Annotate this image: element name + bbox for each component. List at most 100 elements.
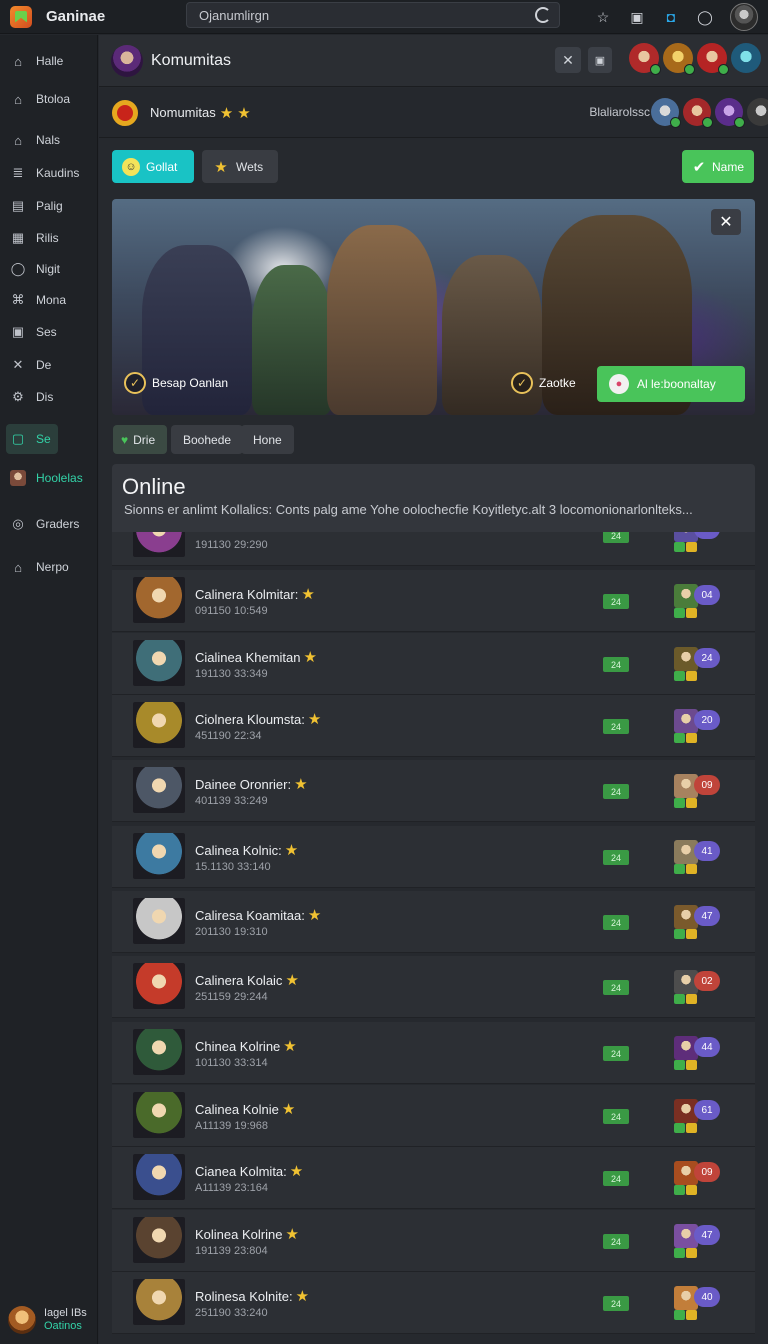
banner-close-button[interactable]: ✕ (711, 209, 741, 235)
sidebar-item-2[interactable]: ⌂ Btoloa (0, 84, 98, 114)
party-group[interactable]: 47 (674, 1224, 724, 1258)
sidebar-item-6[interactable]: ▦ Rilis (0, 223, 98, 253)
sidebar-item-label: Ses (36, 325, 57, 339)
member-avatar[interactable] (629, 43, 661, 75)
list-item[interactable]: Dainee Oronrier: ★ 401139 33:249 24 09 (112, 760, 755, 822)
status-icon (686, 1248, 697, 1258)
main-content: Komumitas ✕ ▣ Nomumitas ★ ★ Blaliarolssc… (99, 35, 768, 1344)
sidebar-item-7[interactable]: ◯ Nigit (0, 254, 98, 284)
gollat-button[interactable]: ☺ Gollat (112, 150, 194, 183)
star-icon: ★ (283, 1038, 297, 1055)
filter-drie[interactable]: ♥ Drie (113, 425, 168, 454)
status-icon (674, 929, 685, 939)
game-thumbnail (133, 532, 185, 557)
bookmark-icon[interactable]: ☆ (594, 8, 612, 26)
status-badge: 24 (603, 915, 629, 930)
list-item[interactable]: Rolinesa Kolnite: ★ 251190 33:240 24 40 (112, 1272, 755, 1334)
list-item[interactable]: Caliresa Koamitaa: ★ 201130 19:310 24 47 (112, 891, 755, 953)
wets-button[interactable]: ★ Wets (202, 150, 278, 183)
list-item[interactable]: Chinea Kolrine ★ 101130 33:314 24 44 (112, 1022, 755, 1084)
sidebar-item-14[interactable]: ◎ Graders (0, 509, 98, 539)
sidebar-item-3[interactable]: ⌂ Nals (0, 125, 98, 155)
hero-banner[interactable]: ✕ ✓ Besap Oanlan ✓ Zaotke ● Al le:boonal… (112, 199, 755, 415)
member-avatar[interactable] (663, 43, 695, 75)
gollat-label: Gollat (146, 159, 178, 174)
sidebar-item-15[interactable]: ⌂ Nerpo (0, 552, 98, 582)
party-group[interactable]: 02 (674, 970, 724, 1004)
party-group[interactable]: 44 (674, 1036, 724, 1070)
member-avatar[interactable] (683, 98, 713, 128)
filter-hone[interactable]: Hone (241, 425, 294, 454)
sidebar-item-10[interactable]: ✕ De (0, 350, 98, 380)
list-item[interactable]: Ciolnera Kloumsta: ★ 451190 22:34 24 20 (112, 695, 755, 757)
profile-footer[interactable]: Iagel IBs Oatinos (8, 1306, 87, 1334)
app-logo-icon[interactable] (10, 5, 32, 28)
chat-bubble-icon: ● (609, 374, 629, 394)
sidebar-item-4[interactable]: ≣ Kaudins (0, 158, 98, 188)
user-avatar[interactable] (730, 3, 758, 31)
list-item[interactable]: Calinea Kolnie ★ A11139 19:968 24 61 (112, 1085, 755, 1147)
star-icon: ★ (219, 104, 234, 122)
member-time: 15.1130 33:140 (195, 861, 271, 873)
list-item[interactable]: Kolinea Kolrine ★ 191139 23:804 24 47 (112, 1210, 755, 1272)
party-group[interactable]: 09 (674, 774, 724, 808)
star-icon: ★ (214, 158, 228, 176)
party-group[interactable]: 04 (674, 584, 724, 618)
member-avatar[interactable] (715, 98, 745, 128)
chat-icon[interactable]: ◯ (696, 8, 714, 26)
member-avatar[interactable] (651, 98, 681, 128)
member-time: 251190 33:240 (195, 1307, 268, 1319)
heart-icon: ♥ (121, 432, 129, 447)
party-count: 40 (694, 1287, 720, 1307)
party-group[interactable]: 24 (674, 647, 724, 681)
party-group[interactable]: 22 (674, 532, 724, 552)
party-group[interactable]: 41 (674, 840, 724, 874)
sidebar-item-12[interactable]: ▢ Se (6, 424, 58, 454)
member-avatar[interactable] (731, 43, 761, 73)
party-group[interactable]: 20 (674, 709, 724, 743)
bag-icon[interactable]: ▣ (628, 8, 646, 26)
sidebar: ⌂ Halle ⌂ Btoloa ⌂ Nals ≣ Kaudins ▤ Palig ▦ Rilis ◯ N… (0, 35, 98, 1344)
online-panel: Online Sionns er anlimt Kollalics: Conts… (112, 464, 755, 532)
member-avatar[interactable] (697, 43, 729, 75)
sidebar-item-5[interactable]: ▤ Palig (0, 191, 98, 221)
party-group[interactable]: 47 (674, 905, 724, 939)
list-item[interactable]: Calinea Kolnic: ★ 15.1130 33:140 24 41 (112, 826, 755, 888)
sidebar-item-label: De (36, 358, 52, 372)
sidebar-item-1[interactable]: ⌂ Halle (0, 46, 98, 76)
star-icon: ★ (237, 104, 251, 122)
status-badge: 24 (603, 850, 629, 865)
sidebar-item-9[interactable]: ▣ Ses (0, 317, 98, 347)
close-button[interactable]: ✕ (555, 47, 581, 73)
party-group[interactable]: 09 (674, 1161, 724, 1195)
party-group[interactable]: 61 (674, 1099, 724, 1133)
list-item[interactable]: Calinera Kolaic ★ 251159 29:244 24 02 (112, 956, 755, 1018)
member-avatar[interactable] (747, 98, 768, 126)
banner-cta-button[interactable]: ● Al le:boonaltay (597, 366, 745, 402)
refresh-icon[interactable] (535, 7, 551, 23)
sidebar-item-11[interactable]: ⚙ Dis (0, 382, 98, 412)
status-icon (674, 1123, 685, 1133)
party-group[interactable]: 40 (674, 1286, 724, 1320)
game-thumbnail (133, 833, 185, 879)
member-time: A11139 23:164 (195, 1182, 268, 1194)
store-icon[interactable]: ◘ (662, 8, 680, 26)
list-item[interactable]: 191130 29:290 24 22 (112, 532, 755, 566)
game-thumbnail (133, 1154, 185, 1200)
name-button[interactable]: ✔ Name (682, 150, 754, 183)
sidebar-item-label: Nerpo (36, 560, 69, 574)
list-item[interactable]: Cianea Kolmita: ★ A11139 23:164 24 09 (112, 1147, 755, 1209)
sidebar-item-label: Palig (36, 199, 63, 213)
party-count: 47 (694, 906, 720, 926)
home-icon: ⌂ (14, 91, 22, 107)
star-icon: ★ (303, 649, 317, 666)
sidebar-item-13[interactable]: Hoolelas (0, 463, 98, 493)
filter-boohede[interactable]: Boohede (171, 425, 244, 454)
star-icon: ★ (281, 1101, 296, 1118)
sidebar-item-8[interactable]: ⌘ Mona (0, 285, 98, 315)
list-item[interactable]: Calinera Kolmitar: ★ 091150 10:549 24 04 (112, 570, 755, 632)
menu-button[interactable]: ▣ (588, 47, 612, 73)
list-item[interactable]: Cialinea Khemitan ★ 191130 33:349 24 24 (112, 633, 755, 695)
search-input[interactable]: Ojanumlirgn (186, 2, 560, 28)
member-name: Ciolnera Kloumsta: ★ (195, 711, 322, 728)
